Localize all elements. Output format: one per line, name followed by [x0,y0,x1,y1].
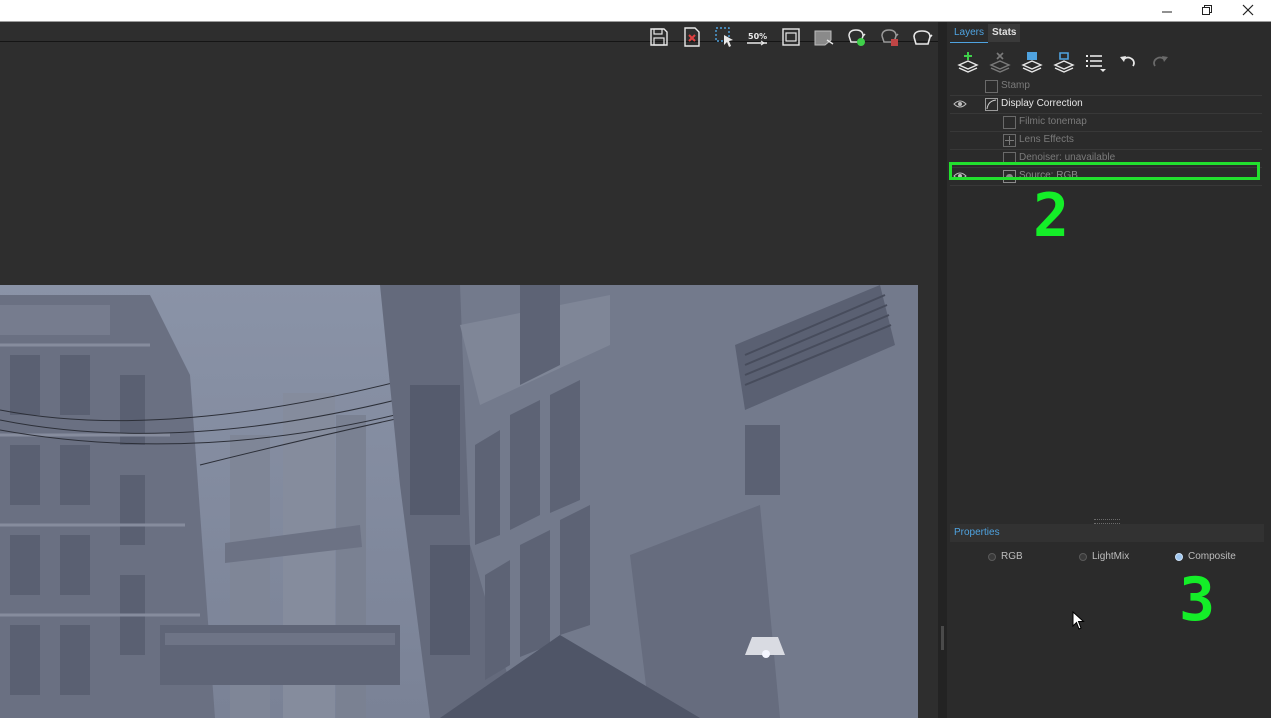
load-layer-tree-icon [1053,52,1075,73]
save-layer-tree-button[interactable] [1019,50,1045,74]
tab-layers[interactable]: Layers [950,24,989,43]
eye-icon[interactable] [953,99,967,109]
radio-label: RGB [1001,551,1023,562]
render-region-icon [814,30,834,46]
restore-button[interactable] [1190,0,1224,20]
viewer-toolbar: 50% [646,24,936,50]
annotation-step-2: 2 [1033,181,1070,251]
undo-button[interactable] [1115,50,1141,74]
properties-header: Properties [950,524,1264,542]
tab-stats[interactable]: Stats [988,24,1021,42]
zoom-50-button[interactable]: 50% [745,24,771,50]
layer-label: Display Correction [1001,98,1083,109]
radio-label: Composite [1188,551,1236,562]
save-layer-tree-icon [1021,52,1043,73]
frame-button[interactable] [778,24,804,50]
save-image-icon [650,28,668,46]
annotation-step-3: 3 [1179,565,1216,635]
stop-render-button[interactable] [877,24,903,50]
layer-toolbar [955,50,1173,74]
clear-image-icon [684,27,700,47]
start-render-icon [848,29,866,46]
radio-dot[interactable] [1079,552,1087,561]
start-render-button[interactable] [844,24,870,50]
radio-label: LightMix [1092,551,1130,562]
radio-dot[interactable] [988,552,996,561]
layer-row-stamp[interactable]: Stamp [950,78,1262,96]
minimize-icon [1162,11,1172,13]
close-button[interactable] [1231,0,1265,20]
city-street-render [0,285,918,718]
stamp-icon [985,80,998,93]
radio-rgb[interactable]: RGB [988,551,1023,562]
mouse-cursor-icon [1072,611,1085,630]
frame-icon [782,28,800,46]
layer-row-lens-effects[interactable]: Lens Effects [950,132,1262,150]
close-icon [1242,4,1254,16]
panel-splitter[interactable] [938,22,947,718]
add-layer-button[interactable] [955,50,981,74]
region-select-button[interactable] [712,24,738,50]
layers-panel: Layers Stats Stamp Display Correction Fi… [947,22,1271,718]
layer-list-options-button[interactable] [1083,50,1109,74]
clear-image-button[interactable] [679,24,705,50]
minimize-button[interactable] [1150,0,1184,20]
splitter-grip[interactable] [941,626,944,650]
add-layer-icon [957,52,979,73]
load-layer-tree-button[interactable] [1051,50,1077,74]
region-select-icon [715,27,733,47]
layer-label: Lens Effects [1019,134,1074,145]
stop-render-icon [881,29,899,46]
panel-tabs: Layers Stats [950,24,1021,43]
remove-layer-icon [989,52,1011,73]
render-last-button[interactable] [910,24,936,50]
annotation-highlight-box [949,162,1260,180]
redo-button[interactable] [1147,50,1173,74]
layer-list-options-icon [1086,55,1106,72]
radio-lightmix[interactable]: LightMix [1079,551,1129,562]
radio-composite[interactable]: Composite [1175,551,1236,562]
undo-icon [1120,56,1135,67]
tonemap-icon [1003,116,1016,129]
render-last-icon [913,30,933,45]
layer-label: Filmic tonemap [1019,116,1087,127]
restore-icon [1202,5,1212,15]
lens-effects-icon [1003,134,1016,147]
properties-title: Properties [954,527,1000,538]
layer-label: Stamp [1001,80,1030,91]
layer-row-filmic-tonemap[interactable]: Filmic tonemap [950,114,1262,132]
rendered-image[interactable] [0,285,918,718]
remove-layer-button[interactable] [987,50,1013,74]
render-region-button[interactable] [811,24,837,50]
radio-dot[interactable] [1175,552,1183,561]
curve-icon [985,98,998,111]
save-image-button[interactable] [646,24,672,50]
layer-row-display-correction[interactable]: Display Correction [950,96,1262,114]
window-title-bar [0,0,1271,22]
zoom-50-icon: 50% [747,32,767,46]
svg-text:50%: 50% [748,32,767,41]
redo-icon [1153,56,1168,67]
